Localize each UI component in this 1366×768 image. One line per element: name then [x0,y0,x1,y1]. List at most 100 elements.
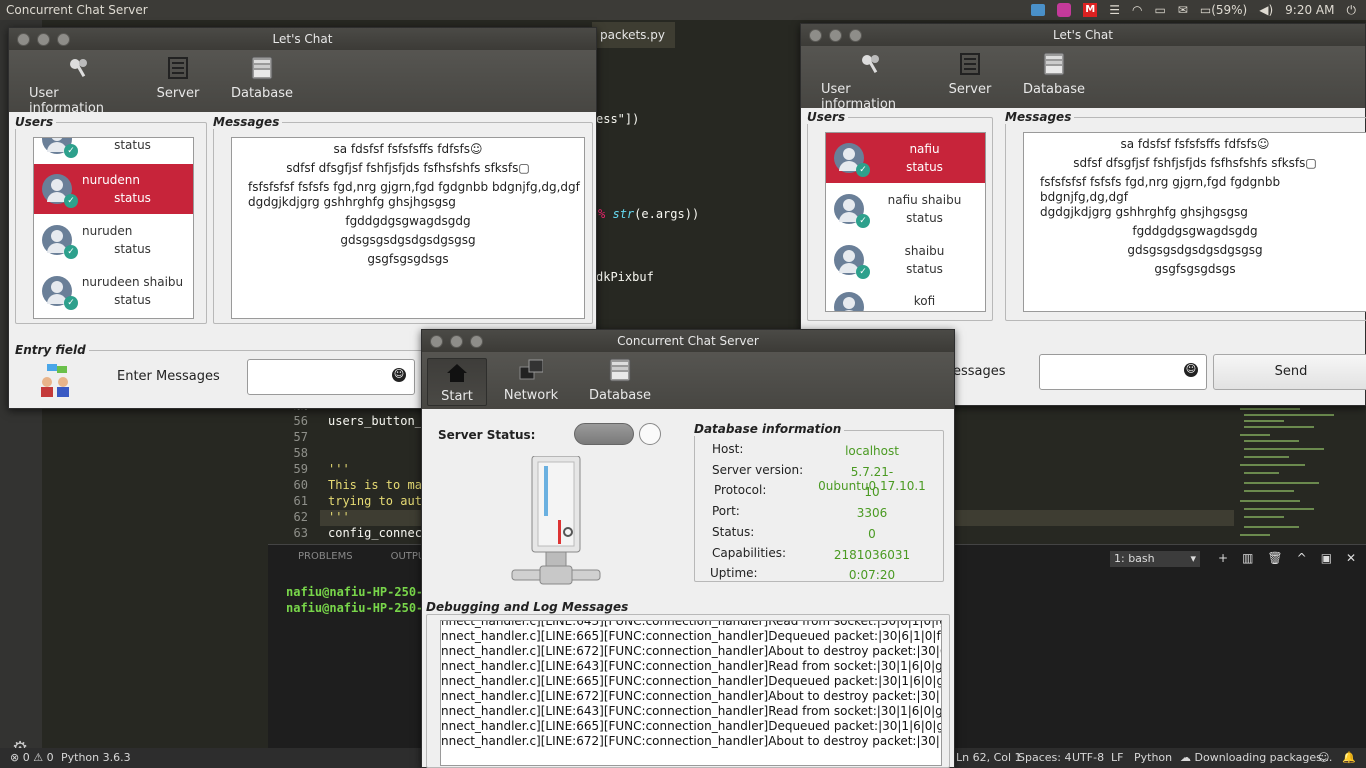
envelope-icon[interactable]: ✉ [1178,0,1188,20]
power-icon[interactable]: ⏻ [1347,0,1357,20]
close-icon[interactable]: ✕ [1346,551,1356,565]
emoji-icon[interactable]: ☺ [1184,363,1198,377]
database-button[interactable]: Database [227,50,297,101]
trash-icon[interactable]: 🗑 [1267,551,1282,565]
feedback-smiley-icon[interactable]: ☺ [1318,748,1329,768]
indentation[interactable]: Spaces: 4 [1018,748,1071,768]
message: sdfsf dfsgfjsf fshfjsfjds fsfhsfshfs sfk… [286,161,530,175]
user-item-nurudeen-shaibu[interactable]: ✓ nurudeen shaibu status [34,266,193,316]
user-item-shaibu[interactable]: ✓ shaibu status [826,235,985,285]
minimize-window-button[interactable] [450,335,463,348]
user-item-nurudenn[interactable]: ✓ nurudenn status [34,164,193,214]
db-value: 0:07:20 [848,568,896,583]
maximize-window-button[interactable] [57,33,70,46]
code-line: users_button_ [328,414,422,428]
users-label: Users [807,110,849,124]
messages-view[interactable]: sa fdsfsf fsfsfsffs fdfsfs☺ sdfsf dfsgfj… [1023,132,1366,312]
terminal-prompt: nafiu@nafiu-HP-250- [286,585,424,599]
start-button[interactable]: Start [427,358,487,406]
server-button[interactable]: Server [945,46,995,97]
wifi-icon[interactable]: ◠ [1132,0,1142,20]
log-label: Debugging and Log Messages [426,600,632,614]
editor-tab-packets[interactable]: packets.py [592,22,675,48]
avatar: ✓ [834,194,870,228]
messages-view[interactable]: sa fdsfsf fsfsfsffs fdfsfs☺ sdfsf dfsgfj… [231,137,585,319]
user-item-nafiu[interactable]: ✓ nafiu status [826,133,985,183]
messages-label: Messages [1005,110,1075,124]
log-line: nnect_handler.c][LINE:665][FUNC:connecti… [441,674,942,688]
encoding[interactable]: UTF-8 [1072,748,1104,768]
online-check-icon: ✓ [856,265,870,279]
user-item-kofi[interactable]: kofi [826,286,985,311]
code-line: ''' [328,510,350,524]
database-info-label: Database information [694,422,845,436]
database-icon [1042,52,1066,76]
db-value: 3306 [856,506,888,521]
keys-icon [67,56,91,80]
terminal-prompt: nafiu@nafiu-HP-250- [286,601,424,615]
problems-indicator[interactable]: ⊗ 0 ⚠ 0 [10,748,54,768]
minimize-window-button[interactable] [37,33,50,46]
user-item-partial[interactable]: ✓ status [34,138,193,164]
send-button[interactable]: Send [1213,354,1366,390]
message: fsfsfsfsf fsfsfs fgd,nrg gjgrn,fgd fgdgn… [1040,175,1281,219]
users-chat-icon [39,364,73,401]
terminal-select[interactable]: 1: bash ▾ [1110,551,1200,567]
close-window-button[interactable] [809,29,822,42]
close-window-button[interactable] [430,335,443,348]
toolbar: User information Server Database [801,46,1365,112]
line-number: 62 [293,510,308,524]
battery-icon[interactable]: ▭(59%) [1200,0,1247,20]
files-icon[interactable] [1031,4,1046,16]
user-item-nafiu-shaibu[interactable]: ✓ nafiu shaibu status [826,184,985,234]
clock[interactable]: 9:20 AM [1285,0,1334,20]
cursor-position[interactable]: Ln 62, Col 1 [956,748,1022,768]
server-list-icon [958,52,982,76]
maximize-window-button[interactable] [849,29,862,42]
avatar: ✓ [834,143,870,177]
database-button[interactable]: Database [1019,46,1089,97]
log-line: nnect_handler.c][LINE:672][FUNC:connecti… [441,734,942,748]
line-number: 56 [293,414,308,428]
database-icon [250,56,274,80]
minimize-window-button[interactable] [829,29,842,42]
minimap[interactable] [1236,404,1346,544]
user-information-button[interactable]: User information [821,46,921,112]
app-icon[interactable] [1057,3,1072,17]
server-button[interactable]: Server [153,50,203,101]
entry-field-label: Entry field [15,343,89,357]
mail-m-icon[interactable]: M [1083,3,1098,17]
message-input[interactable]: ☺ [247,359,415,395]
split-icon[interactable]: ▥ [1242,551,1253,565]
database-button[interactable]: Database [585,352,655,403]
network-button[interactable]: Network [501,352,561,403]
user-information-button[interactable]: User information [29,50,129,116]
language-mode[interactable]: Python [1134,748,1172,768]
line-ending[interactable]: LF [1111,748,1123,768]
menu-icon[interactable]: ☰ [1109,0,1120,20]
users-list[interactable]: ✓ status ✓ nurudenn status ✓ nuruden status ✓… [33,137,194,319]
server-status-switch[interactable] [574,423,634,445]
bell-icon[interactable]: 🔔 [1342,748,1356,768]
close-window-button[interactable] [17,33,30,46]
layout-icon[interactable]: ▣ [1321,551,1332,565]
message: fgddgdgsgwagdsgdg [1132,224,1258,238]
python-interpreter[interactable]: Python 3.6.3 [61,748,131,768]
chevron-up-icon[interactable]: ^ [1297,551,1307,565]
maximize-window-button[interactable] [470,335,483,348]
avatar: ✓ [42,225,78,259]
add-terminal-icon[interactable]: + [1218,551,1228,565]
log-view[interactable]: nnect_handler.c][LINE:643][FUNC:connecti… [440,620,942,766]
log-line: nnect_handler.c][LINE:643][FUNC:connecti… [441,659,942,673]
volume-icon[interactable]: ◀) [1259,0,1273,20]
message: gdsgsgsdgsdgsdgsgsg [1127,243,1263,257]
users-list[interactable]: ✓ nafiu status ✓ nafiu shaibu status ✓ shaibu… [825,132,986,312]
keyboard-icon[interactable]: ▭ [1154,0,1165,20]
server-status-indicator [639,423,661,445]
tab-problems[interactable]: PROBLEMS [298,551,353,562]
toolbar: Start Network Database [422,352,954,409]
avatar: ✓ [834,245,870,279]
emoji-icon[interactable]: ☺ [392,368,406,382]
user-item-nuruden[interactable]: ✓ nuruden status [34,215,193,265]
message-input[interactable]: ☺ [1039,354,1207,390]
